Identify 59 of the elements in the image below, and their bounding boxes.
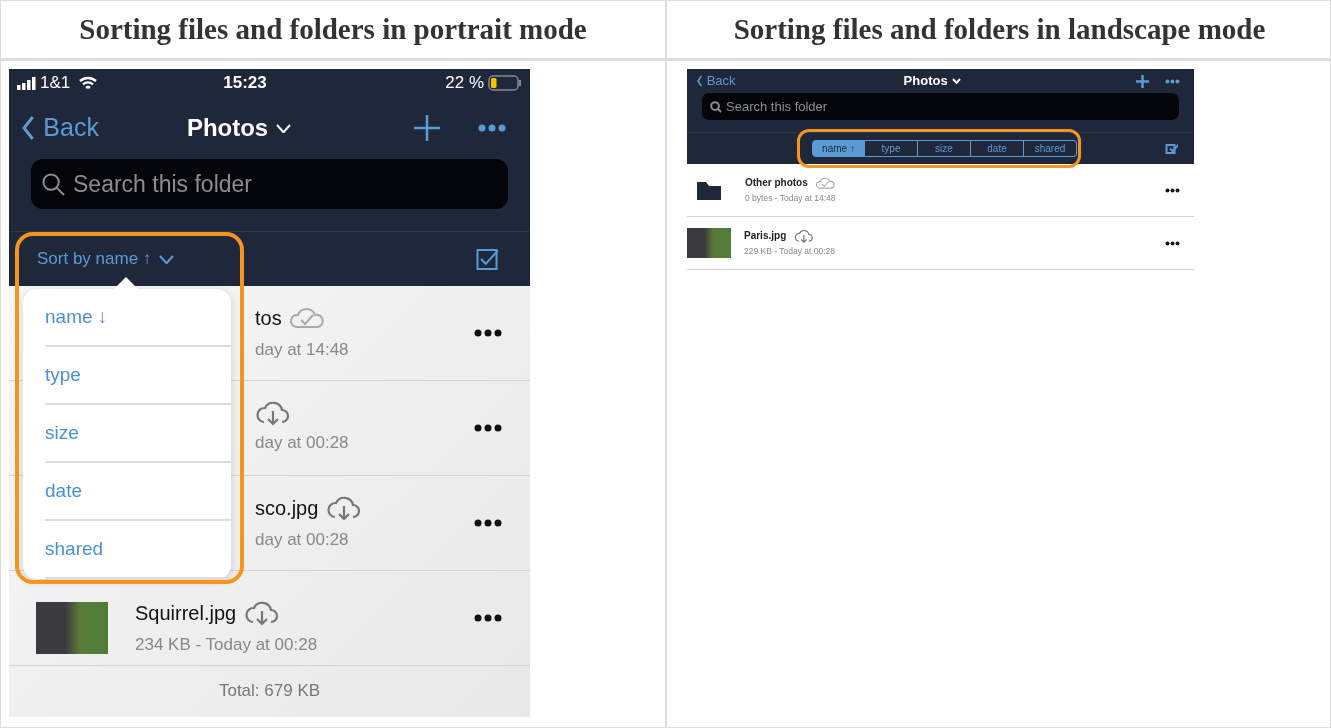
sort-segment[interactable]: shared	[1024, 139, 1077, 157]
file-details: day at 00:28	[255, 432, 349, 455]
file-details: day at 14:48	[255, 339, 349, 362]
file-actions-icon[interactable]	[474, 614, 502, 622]
battery-icon	[488, 75, 522, 91]
cloud-download-icon	[255, 400, 291, 427]
file-actions-icon[interactable]	[474, 424, 502, 432]
battery-percent: 22 %	[445, 72, 484, 95]
column-heading: Sorting files and folders in portrait mode	[1, 1, 665, 61]
sort-segment[interactable]: date	[971, 139, 1024, 157]
select-checkbox-icon[interactable]	[476, 247, 500, 271]
sort-option[interactable]: size	[45, 405, 231, 463]
back-link[interactable]: Back	[21, 109, 99, 147]
total-size: Total: 679 KB	[217, 680, 322, 702]
sort-option[interactable]: shared	[45, 521, 231, 579]
file-actions-icon[interactable]	[1165, 187, 1180, 193]
file-actions-icon[interactable]	[474, 329, 502, 337]
sort-option[interactable]: type	[45, 347, 231, 405]
plus-icon[interactable]	[1136, 74, 1149, 88]
sort-button[interactable]: Sort by name ↑	[37, 246, 175, 272]
sort-segment[interactable]: name ↑	[812, 139, 865, 157]
folder-title: Photos	[903, 72, 948, 91]
plus-icon[interactable]	[414, 115, 440, 141]
cloud-download-icon	[244, 600, 281, 627]
file-details: 234 KB - Today at 00:28	[135, 634, 318, 657]
cloud-download-icon	[326, 495, 363, 522]
search-field[interactable]: Search this folder	[31, 159, 508, 209]
back-link[interactable]: Back	[695, 71, 736, 91]
file-name: Squirrel.jpg	[135, 601, 237, 627]
file-name: tos	[255, 306, 282, 332]
cloud-check-icon	[815, 175, 836, 190]
select-checkbox-icon[interactable]	[1165, 141, 1178, 155]
sort-segment[interactable]: size	[918, 139, 971, 157]
file-name: sco.jpg	[255, 496, 319, 522]
signal-icon	[17, 76, 37, 90]
file-name: Paris.jpg	[744, 229, 787, 244]
more-icon[interactable]	[478, 124, 506, 132]
photo-placeholder	[687, 228, 731, 258]
sort-segment[interactable]: type	[865, 139, 918, 157]
search-icon	[710, 100, 722, 113]
sort-option[interactable]: date	[45, 463, 231, 521]
search-field[interactable]: Search this folder	[702, 93, 1179, 120]
file-details: 229 KB - Today at 00:28	[744, 245, 836, 258]
status-time: 15:23	[223, 72, 267, 95]
search-icon	[41, 172, 65, 196]
carrier-name: 1&1	[40, 72, 71, 95]
file-name: Other photos	[745, 176, 808, 191]
column-heading: Sorting files and folders in landscape mode	[667, 1, 1331, 61]
wifi-icon	[78, 75, 99, 91]
more-icon[interactable]	[1165, 78, 1180, 84]
file-actions-icon[interactable]	[1165, 240, 1180, 246]
file-details: 0 bytes - Today at 14:48	[745, 192, 836, 205]
cloud-download-icon	[794, 228, 815, 243]
chevron-left-icon[interactable]	[21, 115, 36, 141]
file-actions-icon[interactable]	[474, 519, 502, 527]
chevron-left-icon[interactable]	[695, 74, 703, 88]
file-details: day at 00:28	[255, 529, 350, 552]
folder-title: Photos	[186, 113, 269, 143]
photo-placeholder	[36, 602, 108, 654]
